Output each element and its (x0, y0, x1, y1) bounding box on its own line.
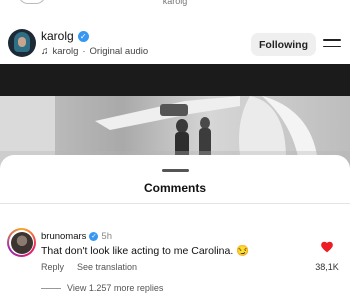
view-replies-label: View 1.257 more replies (67, 283, 164, 293)
heart-icon[interactable] (320, 240, 334, 254)
menu-line (323, 39, 341, 41)
comment-user-row: brunomars ✓ 5h (41, 230, 112, 242)
verified-icon: ✓ (89, 231, 99, 241)
avatar-picture (10, 231, 33, 254)
comment-username[interactable]: brunomars (41, 231, 86, 242)
comments-sheet: Comments brunomars ✓ 5h That don't look … (0, 155, 350, 295)
username-row: karolg ✓ (41, 28, 89, 44)
view-replies-button[interactable]: View 1.257 more replies (41, 283, 163, 293)
menu-line (323, 45, 341, 47)
video-top-band (0, 64, 350, 96)
reel-header: karolg ✓ ♫ karolg · Original audio Follo… (0, 12, 350, 64)
profile-avatar[interactable] (8, 29, 36, 57)
comment-item: brunomars ✓ 5h That don't look like acti… (0, 227, 350, 295)
avatar-ring (9, 230, 34, 255)
sheet-drag-handle[interactable] (162, 169, 189, 172)
divider (0, 203, 350, 204)
replies-line (41, 287, 61, 289)
top-title: karolg (162, 0, 188, 6)
menu-icon[interactable] (323, 39, 341, 51)
reply-button[interactable]: Reply (41, 262, 64, 272)
audio-row[interactable]: ♫ karolg · Original audio (41, 44, 148, 58)
following-button[interactable]: Following (251, 33, 316, 56)
comments-title: Comments (143, 181, 206, 195)
see-translation-button[interactable]: See translation (77, 262, 137, 272)
comment-time: 5h (101, 230, 112, 242)
top-bar: karolg (0, 0, 350, 12)
audio-separator: · (82, 45, 86, 57)
like-count: 38,1K (315, 262, 339, 272)
username[interactable]: karolg (41, 29, 74, 43)
verified-icon: ✓ (77, 30, 89, 42)
audio-user: karolg (52, 45, 79, 57)
comment-avatar[interactable] (7, 228, 36, 257)
avatar-face (18, 37, 26, 47)
music-note-icon: ♫ (41, 45, 49, 57)
audio-label: Original audio (89, 45, 149, 57)
comment-text: That don't look like acting to me Caroli… (41, 245, 250, 257)
comment-actions: Reply See translation (41, 262, 137, 272)
